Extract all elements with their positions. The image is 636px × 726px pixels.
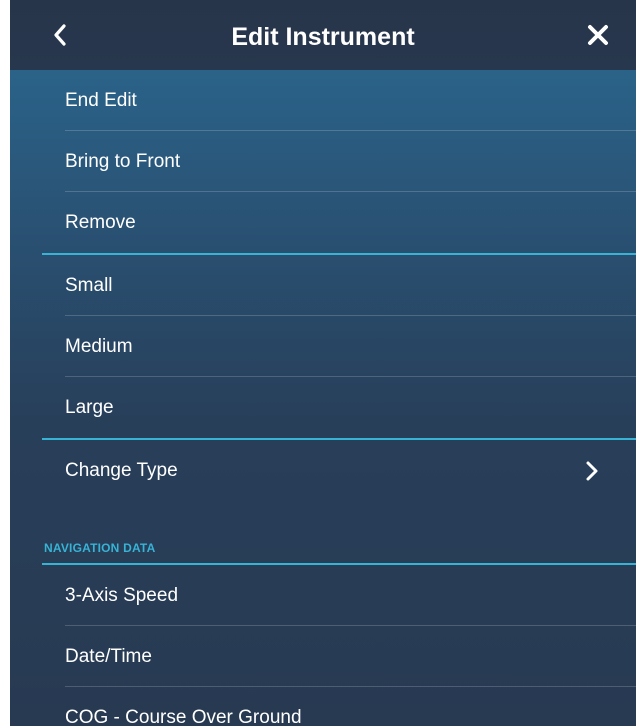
- size-medium-label: Medium: [65, 336, 133, 357]
- size-large-item[interactable]: Large: [10, 377, 636, 438]
- size-large-label: Large: [65, 397, 114, 418]
- close-icon: [588, 25, 608, 45]
- nav-item-label: COG - Course Over Ground: [65, 707, 302, 726]
- close-button[interactable]: [580, 17, 616, 53]
- size-medium-item[interactable]: Medium: [10, 316, 636, 377]
- change-type-item[interactable]: Change Type: [10, 440, 636, 501]
- section-title: NAVIGATION DATA: [44, 541, 156, 555]
- menu-list: End Edit Bring to Front Remove Small Med…: [10, 70, 636, 726]
- chevron-right-icon: [586, 461, 598, 481]
- nav-item-3-axis-speed[interactable]: 3-Axis Speed: [10, 565, 636, 626]
- page-title: Edit Instrument: [231, 23, 415, 51]
- remove-item[interactable]: Remove: [10, 192, 636, 253]
- end-edit-label: End Edit: [65, 90, 137, 111]
- nav-item-cog[interactable]: COG - Course Over Ground: [10, 687, 636, 726]
- remove-label: Remove: [65, 212, 136, 233]
- header-bar: Edit Instrument: [10, 0, 636, 70]
- end-edit-item[interactable]: End Edit: [10, 70, 636, 131]
- size-small-label: Small: [65, 275, 113, 296]
- nav-item-label: 3-Axis Speed: [65, 585, 179, 606]
- edit-instrument-panel: Edit Instrument End Edit Bring to Front …: [10, 0, 636, 726]
- bring-to-front-item[interactable]: Bring to Front: [10, 131, 636, 192]
- change-type-label: Change Type: [65, 460, 178, 481]
- size-small-item[interactable]: Small: [10, 255, 636, 316]
- nav-item-label: Date/Time: [65, 646, 152, 667]
- nav-item-date-time[interactable]: Date/Time: [10, 626, 636, 687]
- bring-to-front-label: Bring to Front: [65, 151, 181, 172]
- section-header-navigation-data: NAVIGATION DATA: [10, 529, 636, 563]
